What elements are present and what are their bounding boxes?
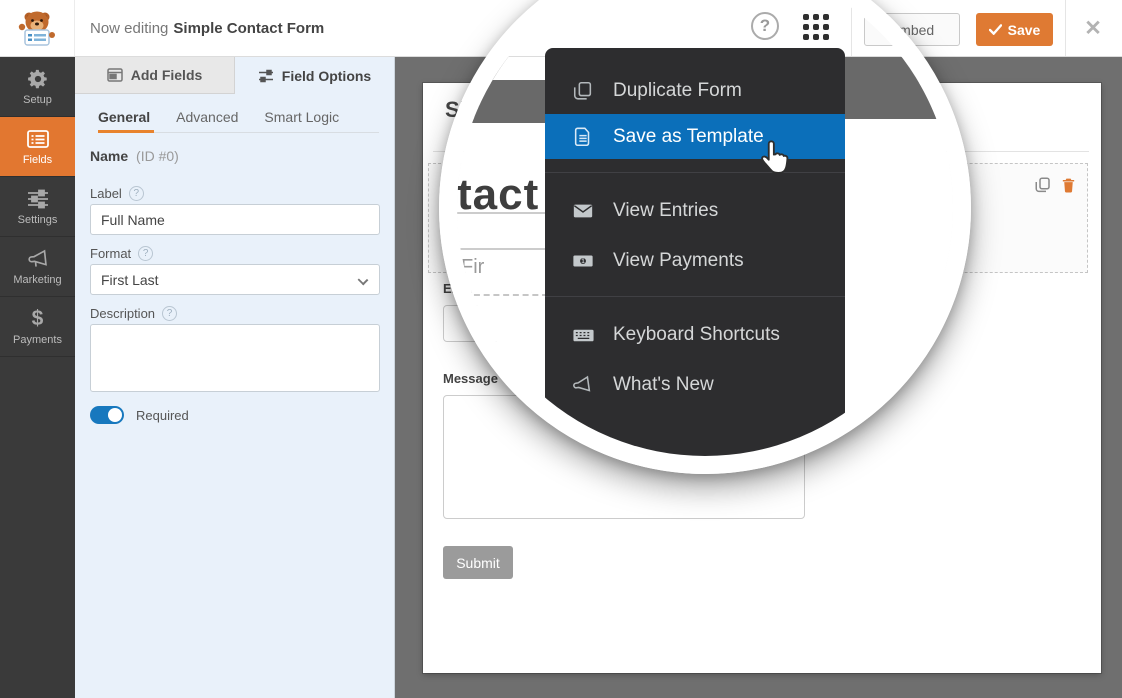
description-textarea[interactable] (90, 324, 380, 392)
topbar-divider (1065, 0, 1066, 56)
form-actions-grid-icon[interactable] (803, 14, 829, 40)
menu-item-label: View Entries (613, 200, 718, 222)
tab-label: Field Options (282, 68, 371, 84)
help-tooltip-icon[interactable]: ? (129, 186, 144, 201)
tab-add-fields[interactable]: Add Fields (75, 57, 235, 94)
field-id: (ID #0) (136, 148, 179, 164)
sidebar-item-label: Payments (13, 334, 62, 346)
menu-item-duplicate-form[interactable]: Duplicate Form (545, 68, 845, 114)
label-control-label: Label ? (90, 186, 144, 201)
field-heading: Name (ID #0) (90, 148, 179, 164)
megaphone-icon (571, 373, 595, 397)
menu-item-keyboard-shortcuts[interactable]: Keyboard Shortcuts (545, 312, 845, 358)
help-tooltip-icon[interactable]: ? (138, 246, 153, 261)
option-subtabs: General Advanced Smart Logic (98, 109, 339, 125)
label-input[interactable] (90, 204, 380, 235)
required-toggle[interactable] (90, 406, 124, 424)
menu-item-save-as-template[interactable]: Save as Template (545, 114, 845, 159)
save-button-label: Save (1008, 22, 1041, 38)
panel-tabs: Add Fields Field Options (75, 57, 394, 94)
format-select[interactable]: First Last (90, 264, 380, 295)
sidebar-item-label: Setup (23, 94, 52, 106)
sidebar-item-label: Fields (23, 154, 52, 166)
menu-item-label: Save as Template (613, 126, 764, 148)
sidebar-item-marketing[interactable]: Marketing (0, 237, 75, 297)
menu-item-whats-new[interactable]: What's New (545, 362, 845, 408)
envelope-icon (571, 199, 595, 223)
file-template-icon (571, 125, 595, 149)
sidebar-item-settings[interactable]: Settings (0, 177, 75, 237)
sidebar-item-setup[interactable]: Setup (0, 57, 75, 117)
now-editing-prefix: Now editing (90, 20, 168, 37)
magnified-preview-background-right (845, 57, 953, 119)
sidebar-item-payments[interactable]: $ Payments (0, 297, 75, 357)
subtab-general[interactable]: General (98, 109, 150, 125)
sliders-icon (258, 69, 274, 83)
menu-item-label: View Payments (613, 250, 744, 272)
help-tooltip-icon[interactable]: ? (162, 306, 177, 321)
megaphone-icon (26, 247, 50, 271)
now-editing-text: Now editing Simple Contact Form (90, 0, 324, 56)
menu-item-label: What's New (613, 374, 714, 396)
window-icon (107, 68, 123, 82)
subtab-advanced[interactable]: Advanced (176, 109, 238, 125)
menu-item-label: Keyboard Shortcuts (613, 324, 780, 346)
close-icon[interactable]: ✕ (1080, 15, 1106, 41)
description-control-label: Description ? (90, 306, 177, 321)
chevron-down-icon (358, 275, 369, 286)
message-field-label: Message (443, 371, 498, 386)
menu-divider (545, 296, 845, 297)
sliders-icon (26, 187, 50, 211)
sidebar-item-label: Settings (18, 214, 58, 226)
menu-item-label: Duplicate Form (613, 80, 742, 102)
gear-icon (27, 67, 49, 91)
dollar-icon: $ (32, 307, 44, 331)
menu-item-view-entries[interactable]: View Entries (545, 188, 845, 234)
menu-divider (545, 172, 845, 173)
subtab-active-underline (98, 130, 154, 133)
save-button[interactable]: Save (976, 13, 1053, 46)
embed-button[interactable]: Embed (864, 13, 960, 46)
wpforms-logo (0, 0, 75, 56)
preview-submit-button[interactable]: Submit (443, 546, 513, 579)
topbar-divider (851, 0, 852, 56)
form-actions-dropdown-menu: Duplicate Form Save as Template View Ent… (545, 48, 845, 478)
magnified-first-sublabel-fragment: Fir (461, 256, 484, 279)
format-selected-value: First Last (101, 272, 159, 288)
field-name: Name (90, 148, 128, 164)
required-row: Required (90, 406, 189, 424)
required-label: Required (136, 408, 189, 423)
help-icon[interactable]: ? (751, 12, 779, 40)
tab-field-options[interactable]: Field Options (235, 57, 394, 94)
tab-label: Add Fields (131, 67, 203, 83)
keyboard-icon (571, 323, 595, 347)
form-fields-icon (26, 127, 50, 151)
subtab-smart-logic[interactable]: Smart Logic (264, 109, 339, 125)
menu-item-view-payments[interactable]: 1 View Payments (545, 238, 845, 284)
builder-sidebar: Setup Fields Settings Marketing $ Paymen… (0, 57, 75, 698)
editing-form-name: Simple Contact Form (173, 20, 324, 37)
delete-field-icon[interactable] (1059, 176, 1077, 194)
format-control-label: Format ? (90, 246, 153, 261)
money-bill-icon: 1 (571, 249, 595, 273)
field-options-panel: Add Fields Field Options General Advance… (75, 57, 395, 698)
sidebar-item-label: Marketing (13, 274, 61, 286)
duplicate-field-icon[interactable] (1034, 176, 1052, 194)
duplicate-icon (571, 79, 595, 103)
check-icon (989, 24, 1002, 35)
magnified-preview-background-left (457, 80, 547, 123)
sidebar-item-fields[interactable]: Fields (0, 117, 75, 177)
